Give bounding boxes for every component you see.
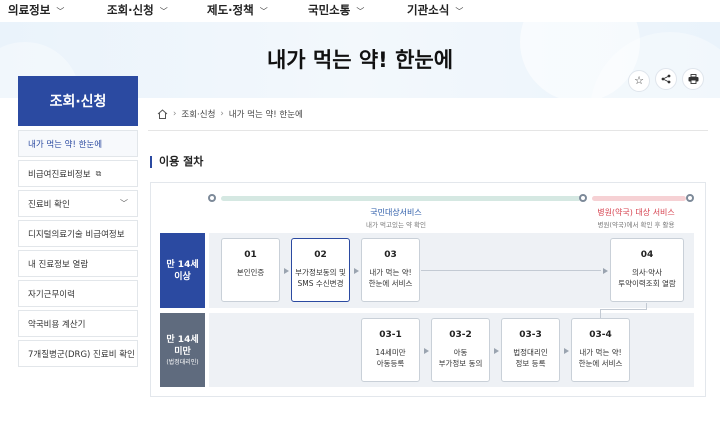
section-title: 이용 절차 bbox=[150, 156, 203, 168]
sidebar-item-pharmacy-calc[interactable]: 약국비용 계산기 bbox=[18, 310, 138, 337]
breadcrumb-item[interactable]: 조회·신청 bbox=[181, 108, 215, 120]
sidebar-item-digital-tech[interactable]: 디지털의료기술 비급여정보 bbox=[18, 220, 138, 247]
step-04: 04 의사·약사 투약이력조회 열람 bbox=[610, 238, 684, 302]
sidebar-item-work-history[interactable]: 자기근무이력 bbox=[18, 280, 138, 307]
sidebar-menu: 내가 먹는 약! 한눈에 비급여진료비정보 ⧉ 진료비 확인 ﹀ 디지털의료기술 비… bbox=[18, 130, 138, 370]
connector-line bbox=[646, 303, 647, 310]
connector-line bbox=[600, 309, 601, 318]
timeline-dot bbox=[579, 194, 587, 202]
print-icon[interactable] bbox=[682, 68, 704, 90]
hospital-service-line bbox=[592, 196, 686, 201]
sidebar-item-noncovered-fee[interactable]: 비급여진료비정보 ⧉ bbox=[18, 160, 138, 187]
arrow-right-icon bbox=[424, 348, 429, 354]
arrow-right-icon bbox=[603, 268, 608, 274]
sidebar-item-my-records[interactable]: 내 진료정보 열람 bbox=[18, 250, 138, 277]
breadcrumb: › 조회·신청 › 내가 먹는 약! 한눈에 bbox=[157, 108, 303, 120]
connector-line bbox=[600, 309, 647, 310]
public-service-label: 국민대상서비스 bbox=[370, 208, 422, 217]
nav-item-policy[interactable]: 제도·정책 ﹀ bbox=[207, 2, 268, 18]
arrow-right-icon bbox=[564, 348, 569, 354]
breadcrumb-separator: › bbox=[220, 109, 224, 119]
public-service-line bbox=[221, 196, 581, 201]
arrow-right-icon bbox=[494, 348, 499, 354]
nav-item-communication[interactable]: 국민소통 ﹀ bbox=[308, 2, 364, 18]
breadcrumb-separator: › bbox=[173, 109, 177, 119]
banner-actions: ☆ bbox=[623, 68, 704, 92]
chevron-down-icon: ﹀ bbox=[120, 199, 128, 208]
step-03-4: 03-4 내가 먹는 약! 한눈에 서비스 bbox=[571, 318, 630, 382]
nav-item-news[interactable]: 기관소식 ﹀ bbox=[407, 2, 463, 18]
share-icon[interactable] bbox=[655, 68, 677, 90]
nav-item-lookup[interactable]: 조회·신청 ﹀ bbox=[107, 2, 168, 18]
step-01: 01 본인인증 bbox=[221, 238, 280, 302]
star-icon[interactable]: ☆ bbox=[628, 69, 650, 92]
age-over14-label: 만 14세 이상 bbox=[160, 233, 205, 308]
sidebar-title: 조회·신청 bbox=[18, 76, 138, 126]
chevron-down-icon: ﹀ bbox=[259, 7, 268, 16]
step-03: 03 내가 먹는 약! 한눈에 서비스 bbox=[361, 238, 420, 302]
print-icon-glyph bbox=[688, 74, 698, 84]
chevron-down-icon: ﹀ bbox=[159, 7, 168, 16]
sidebar-item-fee-check[interactable]: 진료비 확인 ﹀ bbox=[18, 190, 138, 217]
public-service-sub: 내가 먹고있는 약 확인 bbox=[365, 221, 427, 229]
chevron-down-icon: ﹀ bbox=[56, 7, 65, 16]
arrow-right-icon bbox=[354, 268, 359, 274]
page-title: 내가 먹는 약! 한눈에 bbox=[266, 48, 454, 72]
hospital-service-sub: 병원(약국)에서 확인 후 활용 bbox=[597, 221, 675, 229]
procedure-diagram: 국민대상서비스 내가 먹고있는 약 확인 병원(약국) 대상 서비스 병원(약국… bbox=[150, 182, 706, 397]
sidebar-item-my-medicine[interactable]: 내가 먹는 약! 한눈에 bbox=[18, 130, 138, 157]
chevron-down-icon: ﹀ bbox=[455, 7, 464, 16]
sidebar-item-drg[interactable]: 7개질병군(DRG) 진료비 확인 bbox=[18, 340, 138, 367]
timeline-dot bbox=[208, 194, 216, 202]
connector-line bbox=[421, 270, 601, 271]
step-03-3: 03-3 법정대리인 정보 등록 bbox=[501, 318, 560, 382]
age-under14-label: 만 14세 미만 (법정대리인) bbox=[160, 313, 205, 387]
step-03-1: 03-1 14세미만 아동등록 bbox=[361, 318, 420, 382]
step-02: 02 부가정보동의 및 SMS 수신변경 bbox=[291, 238, 350, 302]
arrow-right-icon bbox=[284, 268, 289, 274]
hospital-service-label: 병원(약국) 대상 서비스 bbox=[597, 208, 675, 217]
top-nav: 의료정보 ﹀ 조회·신청 ﹀ 제도·정책 ﹀ 국민소통 ﹀ 기관소식 ﹀ bbox=[0, 0, 720, 22]
home-icon[interactable] bbox=[157, 109, 168, 119]
nav-item-medical-info[interactable]: 의료정보 ﹀ bbox=[8, 2, 64, 18]
external-link-icon: ⧉ bbox=[95, 168, 102, 178]
step-03-2: 03-2 아동 부가정보 동의 bbox=[431, 318, 490, 382]
chevron-down-icon: ﹀ bbox=[356, 7, 365, 16]
breadcrumb-item[interactable]: 내가 먹는 약! 한눈에 bbox=[229, 108, 303, 120]
divider bbox=[148, 130, 708, 131]
timeline-dot bbox=[686, 194, 694, 202]
share-icon-glyph bbox=[661, 74, 671, 84]
